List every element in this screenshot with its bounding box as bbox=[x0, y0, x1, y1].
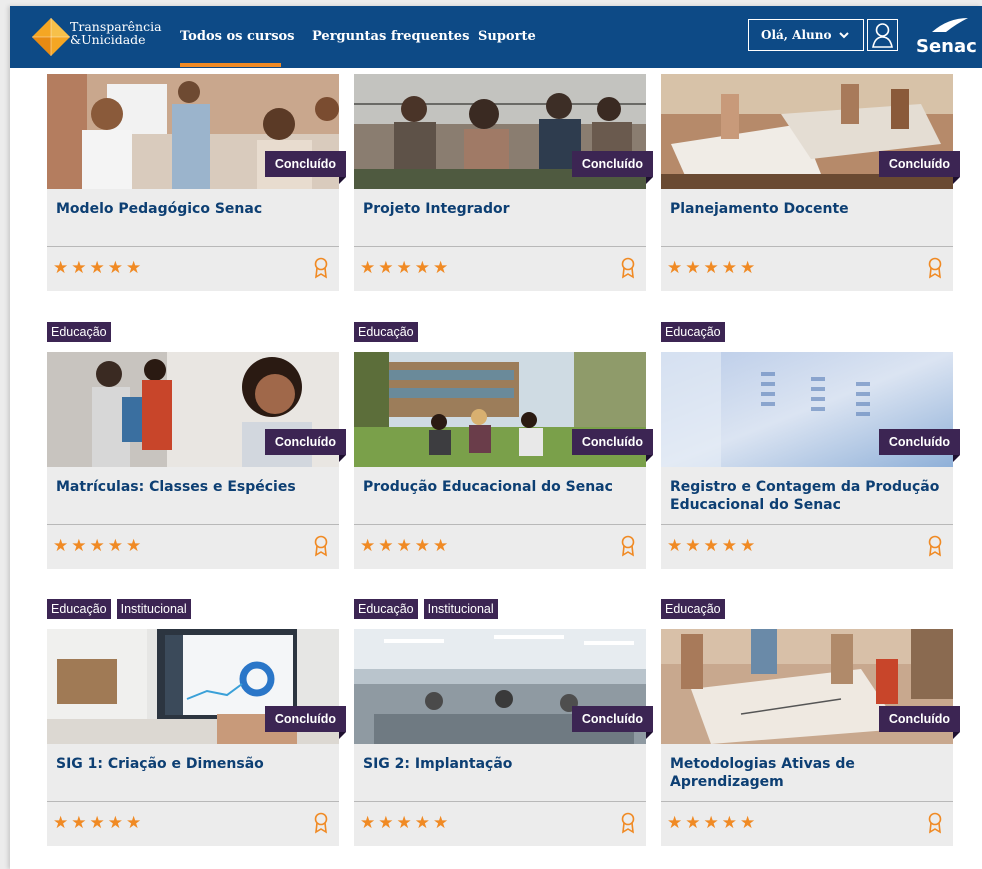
award-ribbon-icon[interactable] bbox=[927, 812, 943, 834]
nav-todos-os-cursos[interactable]: Todos os cursos bbox=[180, 29, 295, 44]
status-badge: Concluído bbox=[264, 429, 347, 462]
tag-educacao[interactable]: Educação bbox=[354, 322, 418, 342]
status-badge: Concluído bbox=[264, 151, 347, 184]
star-rating: ★★★★★ bbox=[667, 536, 759, 556]
course-card[interactable]: Concluído Metodologias Ativas de Aprendi… bbox=[661, 629, 961, 846]
star-rating: ★★★★★ bbox=[360, 258, 452, 278]
category-tags: Educação Institucional bbox=[47, 598, 197, 619]
tag-educacao[interactable]: Educação bbox=[47, 322, 111, 342]
category-tags: Educação bbox=[661, 321, 731, 342]
award-ribbon-icon[interactable] bbox=[313, 257, 329, 279]
course-card[interactable]: Concluído Registro e Contagem da Produçã… bbox=[661, 352, 961, 569]
tag-educacao[interactable]: Educação bbox=[661, 322, 725, 342]
user-profile-button[interactable] bbox=[867, 19, 898, 51]
course-card[interactable]: Concluído Projeto Integrador ★★★★★ bbox=[354, 74, 654, 291]
award-ribbon-icon[interactable] bbox=[620, 812, 636, 834]
category-tags: Educação Institucional bbox=[354, 598, 504, 619]
status-badge: Concluído bbox=[571, 151, 654, 184]
transparencia-unicidade-logo[interactable]: Transparência &Unicidade bbox=[32, 16, 182, 60]
status-badge: Concluído bbox=[264, 706, 347, 739]
senac-wing-icon bbox=[932, 18, 968, 32]
tag-educacao[interactable]: Educação bbox=[47, 599, 111, 619]
logo-line-2: &Unicidade bbox=[70, 32, 146, 47]
divider bbox=[47, 524, 339, 525]
course-card[interactable]: Concluído Matrículas: Classes e Espécies… bbox=[47, 352, 347, 569]
chevron-down-icon bbox=[839, 32, 849, 39]
award-ribbon-icon[interactable] bbox=[620, 257, 636, 279]
course-title[interactable]: Registro e Contagem da Produção Educacio… bbox=[670, 478, 945, 514]
active-nav-indicator bbox=[180, 63, 281, 67]
course-card[interactable]: Concluído Planejamento Docente ★★★★★ bbox=[661, 74, 961, 291]
status-badge: Concluído bbox=[878, 151, 961, 184]
tag-institucional[interactable]: Institucional bbox=[116, 599, 191, 619]
divider bbox=[661, 246, 953, 247]
divider bbox=[47, 246, 339, 247]
nav-suporte[interactable]: Suporte bbox=[478, 29, 536, 44]
star-rating: ★★★★★ bbox=[360, 536, 452, 556]
award-ribbon-icon[interactable] bbox=[927, 535, 943, 557]
award-ribbon-icon[interactable] bbox=[313, 535, 329, 557]
course-title[interactable]: Matrículas: Classes e Espécies bbox=[56, 478, 331, 496]
status-badge: Concluído bbox=[571, 429, 654, 462]
divider bbox=[661, 801, 953, 802]
course-card[interactable]: Concluído Modelo Pedagógico Senac ★★★★★ bbox=[47, 74, 347, 291]
course-title[interactable]: Metodologias Ativas de Aprendizagem bbox=[670, 755, 945, 791]
star-rating: ★★★★★ bbox=[53, 536, 145, 556]
award-ribbon-icon[interactable] bbox=[927, 257, 943, 279]
page-frame: Transparência &Unicidade Todos os cursos… bbox=[10, 6, 982, 869]
course-title[interactable]: Planejamento Docente bbox=[670, 200, 945, 218]
divider bbox=[47, 801, 339, 802]
status-badge: Concluído bbox=[571, 706, 654, 739]
top-navigation-bar: Transparência &Unicidade Todos os cursos… bbox=[10, 6, 982, 68]
award-ribbon-icon[interactable] bbox=[313, 812, 329, 834]
course-title[interactable]: SIG 1: Criação e Dimensão bbox=[56, 755, 331, 773]
diamond-logo-icon bbox=[32, 18, 70, 56]
divider bbox=[354, 246, 646, 247]
greeting-label: Olá, Aluno bbox=[761, 28, 832, 42]
category-tags: Educação bbox=[354, 321, 424, 342]
category-tags: Educação bbox=[661, 598, 731, 619]
nav-perguntas-frequentes[interactable]: Perguntas frequentes bbox=[312, 29, 469, 44]
star-rating: ★★★★★ bbox=[360, 813, 452, 833]
status-badge: Concluído bbox=[878, 429, 961, 462]
course-card[interactable]: Concluído Produção Educacional do Senac … bbox=[354, 352, 654, 569]
course-title[interactable]: Projeto Integrador bbox=[363, 200, 638, 218]
divider bbox=[354, 524, 646, 525]
course-title[interactable]: Modelo Pedagógico Senac bbox=[56, 200, 331, 218]
tag-educacao[interactable]: Educação bbox=[354, 599, 418, 619]
senac-logo[interactable]: Senac bbox=[916, 16, 978, 60]
divider bbox=[661, 524, 953, 525]
star-rating: ★★★★★ bbox=[667, 258, 759, 278]
course-title[interactable]: Produção Educacional do Senac bbox=[363, 478, 638, 496]
user-icon bbox=[872, 23, 893, 48]
course-card[interactable]: Concluído SIG 2: Implantação ★★★★★ bbox=[354, 629, 654, 846]
course-card[interactable]: Concluído SIG 1: Criação e Dimensão ★★★★… bbox=[47, 629, 347, 846]
category-tags: Educação bbox=[47, 321, 117, 342]
star-rating: ★★★★★ bbox=[667, 813, 759, 833]
course-title[interactable]: SIG 2: Implantação bbox=[363, 755, 638, 773]
award-ribbon-icon[interactable] bbox=[620, 535, 636, 557]
star-rating: ★★★★★ bbox=[53, 813, 145, 833]
tag-educacao[interactable]: Educação bbox=[661, 599, 725, 619]
divider bbox=[354, 801, 646, 802]
star-rating: ★★★★★ bbox=[53, 258, 145, 278]
tag-institucional[interactable]: Institucional bbox=[423, 599, 498, 619]
status-badge: Concluído bbox=[878, 706, 961, 739]
user-menu-dropdown[interactable]: Olá, Aluno bbox=[748, 19, 864, 51]
